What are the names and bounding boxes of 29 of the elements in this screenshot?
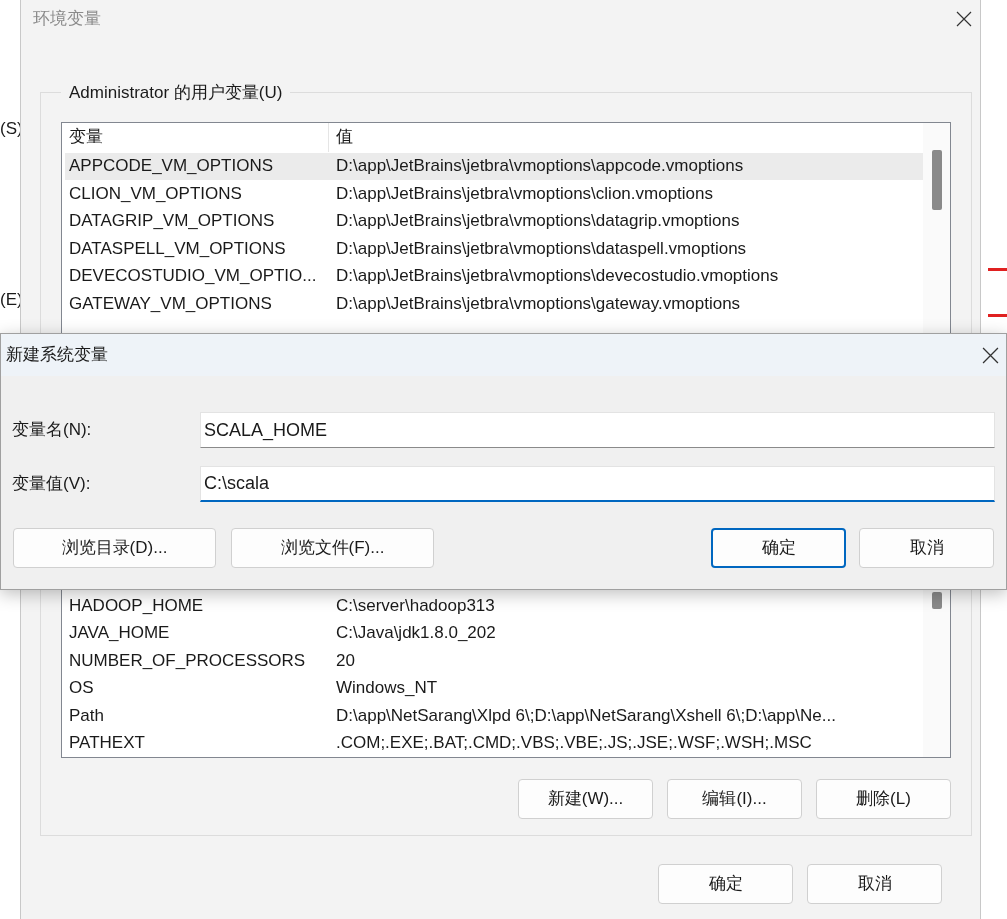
variable-value: D:\app\JetBrains\jetbra\vmoptions\appcode.vmoptions xyxy=(335,155,744,178)
variable-value: .COM;.EXE;.BAT;.CMD;.VBS;.VBE;.JS;.JSE;.WSF;.WSH;.MSC xyxy=(335,732,812,755)
variable-name: HADOOP_HOME xyxy=(68,595,205,617)
variable-value: D:\app\JetBrains\jetbra\vmoptions\datagrip.vmoptions xyxy=(335,210,740,233)
variable-value: D:\app\NetSarang\Xlpd 6\;D:\app\NetSarang\Xshell 6\;D:\app\Ne... xyxy=(335,704,836,727)
variable-name: DATAGRIP_VM_OPTIONS xyxy=(68,210,276,233)
variable-value: D:\app\JetBrains\jetbra\vmoptions\clion.vmoptions xyxy=(335,182,713,205)
variable-value: D:\app\JetBrains\jetbra\vmoptions\dataspell.vmoptions xyxy=(335,237,747,260)
variable-value: 20 xyxy=(335,649,355,672)
variable-name: PATHEXT xyxy=(68,732,146,755)
variable-value: C:\Java\jdk1.8.0_202 xyxy=(335,622,496,645)
variable-value: D:\app\JetBrains\jetbra\vmoptions\gateway.vmoptions xyxy=(335,292,741,315)
variable-name: APPCODE_VM_OPTIONS xyxy=(68,155,275,178)
variable-value: C:\server\hadoop313 xyxy=(335,595,495,617)
variable-name: DATASPELL_VM_OPTIONS xyxy=(68,237,287,260)
variable-name: JAVA_HOME xyxy=(68,622,171,645)
variable-name: CLION_VM_OPTIONS xyxy=(68,182,243,205)
field-label: 变量值(V): xyxy=(12,473,92,496)
field-label: 变量名(N): xyxy=(12,419,93,442)
variable-value: Windows_NT xyxy=(335,677,438,700)
window-title: 环境变量 xyxy=(33,8,101,31)
variable-value: D:\app\JetBrains\jetbra\vmoptions\devecostudio.vmoptions xyxy=(335,265,779,288)
variable-name: DEVECOSTUDIO_VM_OPTIO... xyxy=(68,265,318,288)
dialog-title: 新建系统变量 xyxy=(6,344,108,367)
variable-name: NUMBER_OF_PROCESSORS xyxy=(68,649,307,672)
variable-name: Path xyxy=(68,704,105,727)
variable-name: GATEWAY_VM_OPTIONS xyxy=(68,292,273,315)
variable-name: OS xyxy=(68,677,95,700)
group-title: Administrator 的用户变量(U) xyxy=(68,82,284,104)
